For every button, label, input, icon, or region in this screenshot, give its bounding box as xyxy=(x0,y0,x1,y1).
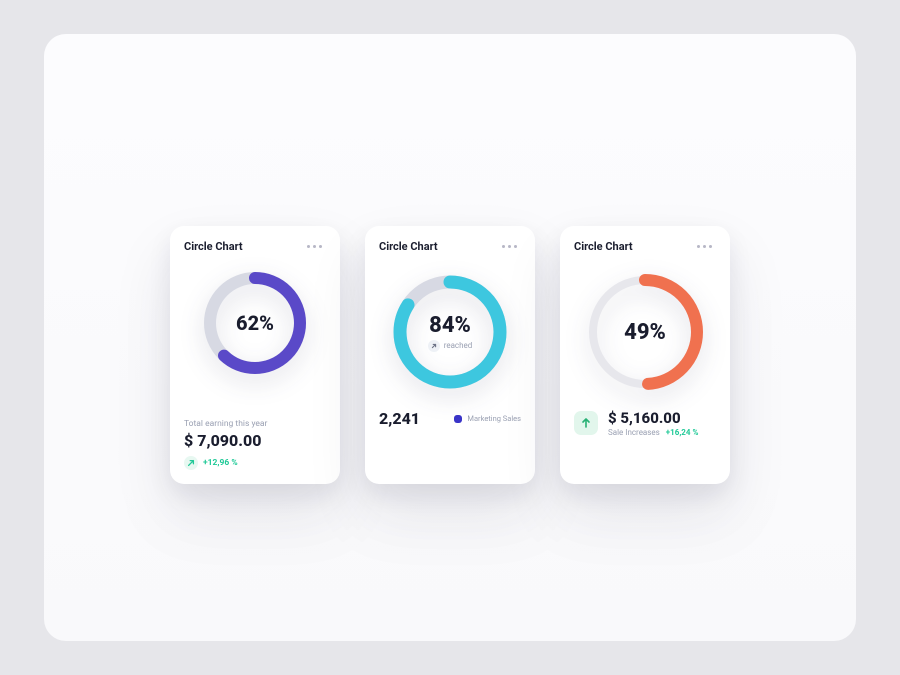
metric-value: 2,241 xyxy=(379,409,420,428)
trend-up-icon xyxy=(184,456,198,470)
legend-swatch xyxy=(454,415,462,423)
circle-chart-card-3: Circle Chart 49% $ 5,160.00 xyxy=(560,226,730,484)
trend-value: +16,24 % xyxy=(666,428,699,437)
legend-label: Marketing Sales xyxy=(467,414,521,423)
percent-label: 49% xyxy=(624,320,666,345)
cards-row: Circle Chart 62% Total earning this year… xyxy=(170,226,730,484)
percent-label: 84% xyxy=(429,313,471,338)
legend-item: Marketing Sales xyxy=(454,414,521,423)
trend-value: +12,96 % xyxy=(203,458,238,468)
arrow-up-icon xyxy=(574,411,598,435)
card-menu-button[interactable] xyxy=(303,241,326,252)
circle-chart-card-2: Circle Chart 84% reached xyxy=(365,226,535,484)
circle-chart-card-1: Circle Chart 62% Total earning this year… xyxy=(170,226,340,484)
sale-caption: Sale Increases xyxy=(608,428,660,437)
earning-value: $ 7,090.00 xyxy=(184,431,326,450)
earning-caption: Total earning this year xyxy=(184,419,326,429)
reached-label: reached xyxy=(444,341,473,350)
card-title: Circle Chart xyxy=(379,240,438,253)
card-menu-button[interactable] xyxy=(498,241,521,252)
card-menu-button[interactable] xyxy=(693,241,716,252)
card-title: Circle Chart xyxy=(574,240,633,253)
percent-label: 62% xyxy=(236,311,274,335)
sale-value: $ 5,160.00 xyxy=(608,409,698,427)
arrow-up-right-icon xyxy=(428,340,440,352)
app-surface: Circle Chart 62% Total earning this year… xyxy=(44,34,856,641)
card-title: Circle Chart xyxy=(184,240,243,253)
